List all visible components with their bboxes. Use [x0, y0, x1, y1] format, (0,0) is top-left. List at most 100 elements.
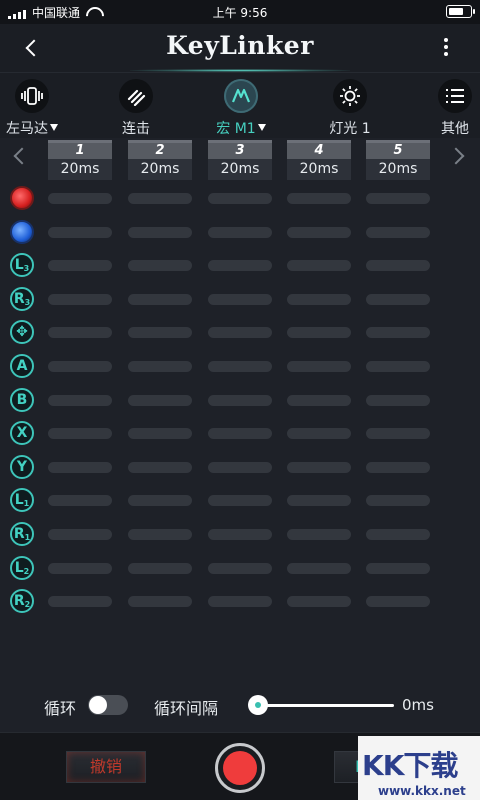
macro-slot[interactable] [287, 395, 351, 406]
undo-button[interactable]: 撤销 [66, 751, 146, 783]
mode-light[interactable]: 灯光 1 [322, 79, 378, 138]
step-number: 3 [208, 143, 272, 159]
column-header[interactable]: 4 20ms [287, 140, 351, 180]
macro-slot[interactable] [208, 529, 272, 540]
macro-slot[interactable] [366, 361, 430, 372]
dropdown-caret-icon [257, 124, 266, 131]
macro-slot[interactable] [287, 428, 351, 439]
macro-slot[interactable] [128, 428, 192, 439]
macro-slot[interactable] [287, 563, 351, 574]
macro-slot[interactable] [208, 563, 272, 574]
macro-slot[interactable] [128, 294, 192, 305]
key-l1-icon: L1 [10, 488, 34, 512]
macro-slot[interactable] [366, 227, 430, 238]
macro-slot[interactable] [48, 395, 112, 406]
key-blue-button-icon [10, 220, 34, 244]
macro-icon [224, 79, 258, 113]
macro-slot[interactable] [48, 428, 112, 439]
macro-slot[interactable] [48, 596, 112, 607]
column-header[interactable]: 1 20ms [48, 140, 112, 180]
macro-slot[interactable] [366, 495, 430, 506]
macro-slot[interactable] [48, 495, 112, 506]
light-icon [333, 79, 367, 113]
page-title: KeyLinker [166, 31, 314, 60]
macro-slot[interactable] [208, 193, 272, 204]
mode-label: 左马达 [6, 121, 48, 137]
macro-slot[interactable] [366, 327, 430, 338]
macro-slot[interactable] [366, 294, 430, 305]
battery-icon [446, 5, 475, 18]
key-label: A [16, 358, 28, 374]
macro-slot[interactable] [128, 462, 192, 473]
macro-slot[interactable] [208, 462, 272, 473]
macro-slot[interactable] [208, 327, 272, 338]
loop-interval-value: 0ms [402, 696, 434, 714]
mode-macro[interactable]: 宏 M1 [212, 79, 270, 138]
macro-slot[interactable] [287, 327, 351, 338]
macro-slot[interactable] [287, 495, 351, 506]
key-label: L [14, 492, 24, 508]
macro-slot[interactable] [128, 495, 192, 506]
loop-toggle[interactable] [88, 695, 128, 715]
macro-slot[interactable] [48, 260, 112, 271]
column-header[interactable]: 3 20ms [208, 140, 272, 180]
macro-slot[interactable] [48, 462, 112, 473]
macro-slot[interactable] [287, 294, 351, 305]
macro-slot[interactable] [366, 529, 430, 540]
mode-left-motor[interactable]: 左马达 [4, 79, 60, 138]
macro-slot[interactable] [128, 260, 192, 271]
next-page-icon[interactable] [447, 147, 465, 165]
record-button[interactable] [215, 743, 265, 793]
macro-slot[interactable] [287, 193, 351, 204]
column-header[interactable]: 2 20ms [128, 140, 192, 180]
mode-label: 宏 M1 [216, 121, 256, 137]
more-options-icon[interactable] [444, 38, 450, 58]
slider-thumb[interactable] [248, 695, 268, 715]
macro-slot[interactable] [208, 294, 272, 305]
macro-slot[interactable] [128, 327, 192, 338]
macro-slot[interactable] [128, 193, 192, 204]
loop-interval-slider[interactable] [258, 704, 394, 707]
macro-slot[interactable] [287, 361, 351, 372]
macro-slot[interactable] [128, 596, 192, 607]
macro-slot[interactable] [287, 596, 351, 607]
macro-slot[interactable] [366, 563, 430, 574]
status-time: 上午 9:56 [212, 6, 268, 20]
macro-slot[interactable] [208, 260, 272, 271]
mode-turbo[interactable]: 连击 [108, 79, 164, 138]
macro-slot[interactable] [48, 193, 112, 204]
macro-slot[interactable] [48, 294, 112, 305]
macro-slot[interactable] [128, 227, 192, 238]
macro-slot[interactable] [128, 361, 192, 372]
key-l2-icon: L2 [10, 556, 34, 580]
macro-slot[interactable] [287, 260, 351, 271]
macro-slot[interactable] [48, 361, 112, 372]
macro-slot[interactable] [208, 596, 272, 607]
key-label: X [16, 425, 28, 441]
prev-page-icon[interactable] [13, 147, 31, 165]
mode-other[interactable]: 其他 [430, 79, 480, 138]
column-header[interactable]: 5 20ms [366, 140, 430, 180]
macro-slot[interactable] [366, 596, 430, 607]
macro-slot[interactable] [208, 361, 272, 372]
macro-slot[interactable] [208, 428, 272, 439]
macro-slot[interactable] [48, 529, 112, 540]
macro-slot[interactable] [128, 395, 192, 406]
macro-slot[interactable] [287, 462, 351, 473]
macro-slot[interactable] [287, 227, 351, 238]
macro-slot[interactable] [48, 227, 112, 238]
macro-slot[interactable] [128, 563, 192, 574]
macro-slot[interactable] [366, 428, 430, 439]
macro-slot[interactable] [208, 495, 272, 506]
macro-slot[interactable] [366, 462, 430, 473]
macro-slot[interactable] [287, 529, 351, 540]
macro-slot[interactable] [48, 327, 112, 338]
macro-slot[interactable] [208, 395, 272, 406]
macro-slot[interactable] [366, 193, 430, 204]
macro-slot[interactable] [48, 563, 112, 574]
macro-slot[interactable] [366, 395, 430, 406]
macro-slot[interactable] [208, 227, 272, 238]
macro-slot[interactable] [366, 260, 430, 271]
macro-slot[interactable] [128, 529, 192, 540]
record-icon [223, 751, 257, 785]
